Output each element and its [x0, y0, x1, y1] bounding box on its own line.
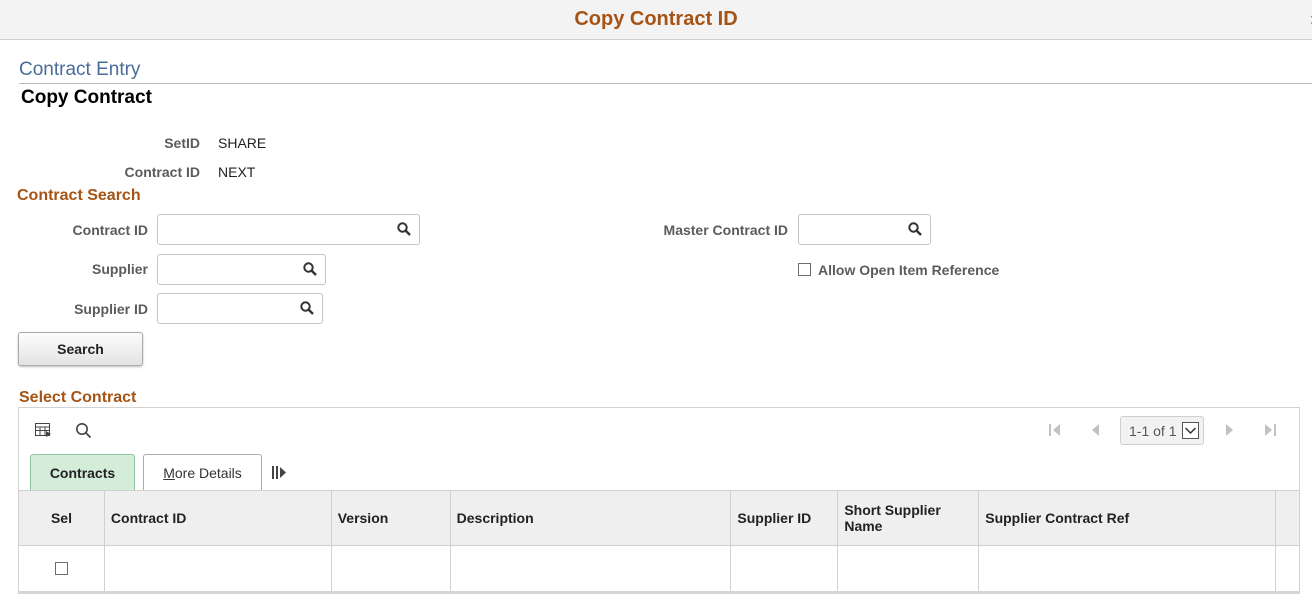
column-header-supplier-contract-ref[interactable]: Supplier Contract Ref	[978, 490, 1276, 546]
contract-search-heading: Contract Search	[17, 187, 141, 204]
divider	[19, 83, 1312, 84]
cell-supplier-id	[730, 545, 839, 593]
contract-id-info-value: NEXT	[218, 164, 256, 180]
column-header-version[interactable]: Version	[330, 490, 451, 546]
column-header-sel: Sel	[18, 490, 105, 546]
allow-open-item-label[interactable]: Allow Open Item Reference	[818, 262, 999, 278]
master-contract-id-label: Master Contract ID	[663, 222, 788, 238]
contract-id-field	[157, 214, 420, 245]
cell-sel	[18, 545, 105, 593]
master-contract-id-field	[798, 214, 931, 245]
select-contract-heading: Select Contract	[19, 389, 137, 406]
supplier-label: Supplier	[91, 261, 148, 277]
page-range-text: 1-1 of 1	[1129, 423, 1177, 439]
tab-more-details[interactable]: More Details	[143, 454, 262, 490]
lookup-icon[interactable]	[300, 301, 314, 315]
setid-label: SetID	[164, 135, 200, 151]
contract-id-label: Contract ID	[72, 222, 148, 238]
cell-spacer	[1274, 545, 1301, 593]
cell-version	[330, 545, 451, 593]
breadcrumb-contract-entry: Contract Entry	[19, 59, 141, 80]
setid-value: SHARE	[218, 135, 267, 151]
column-header-description[interactable]: Description	[449, 490, 732, 546]
modal-title-bar: Copy Contract ID ›	[0, 0, 1312, 40]
tab-contracts[interactable]: Contracts	[30, 454, 135, 490]
contract-id-input[interactable]	[158, 215, 389, 244]
lookup-icon[interactable]	[303, 262, 317, 276]
page-range-select[interactable]: 1-1 of 1	[1120, 416, 1204, 445]
cell-contract-id	[103, 545, 332, 593]
supplier-id-field	[157, 293, 323, 324]
previous-page-icon[interactable]	[1090, 423, 1100, 437]
find-icon[interactable]	[75, 422, 92, 439]
cell-description	[449, 545, 732, 593]
contracts-table: Sel Contract ID Version Description Supp…	[18, 490, 1301, 593]
allow-open-item-checkbox[interactable]	[798, 263, 811, 276]
supplier-id-input[interactable]	[158, 294, 292, 323]
supplier-input[interactable]	[158, 255, 295, 284]
column-header-short-supplier-name[interactable]: Short Supplier Name	[837, 490, 980, 546]
grid-bottom-border	[18, 591, 1300, 594]
grid-personalize-icon[interactable]	[35, 423, 52, 438]
show-all-columns-icon[interactable]	[272, 466, 288, 479]
lookup-icon[interactable]	[397, 222, 411, 236]
column-header-contract-id[interactable]: Contract ID	[103, 490, 332, 546]
table-header-row: Sel Contract ID Version Description Supp…	[18, 490, 1301, 546]
next-page-icon[interactable]	[1225, 423, 1235, 437]
first-page-icon[interactable]	[1049, 423, 1061, 437]
cell-supplier-contract-ref	[978, 545, 1276, 593]
supplier-field	[157, 254, 326, 285]
column-header-spacer	[1274, 490, 1301, 546]
search-button[interactable]: Search	[18, 332, 143, 366]
master-contract-id-input[interactable]	[799, 215, 900, 244]
chevron-down-icon[interactable]	[1182, 422, 1199, 439]
lookup-icon[interactable]	[908, 222, 922, 236]
table-row	[18, 545, 1301, 593]
modal-title: Copy Contract ID	[574, 8, 738, 30]
row-select-checkbox[interactable]	[54, 562, 68, 575]
last-page-icon[interactable]	[1264, 423, 1276, 437]
supplier-id-label: Supplier ID	[74, 301, 148, 317]
contract-id-info-label: Contract ID	[124, 164, 200, 180]
page-title: Copy Contract	[21, 87, 152, 108]
column-header-supplier-id[interactable]: Supplier ID	[730, 490, 839, 546]
cell-short-supplier-name	[837, 545, 980, 593]
